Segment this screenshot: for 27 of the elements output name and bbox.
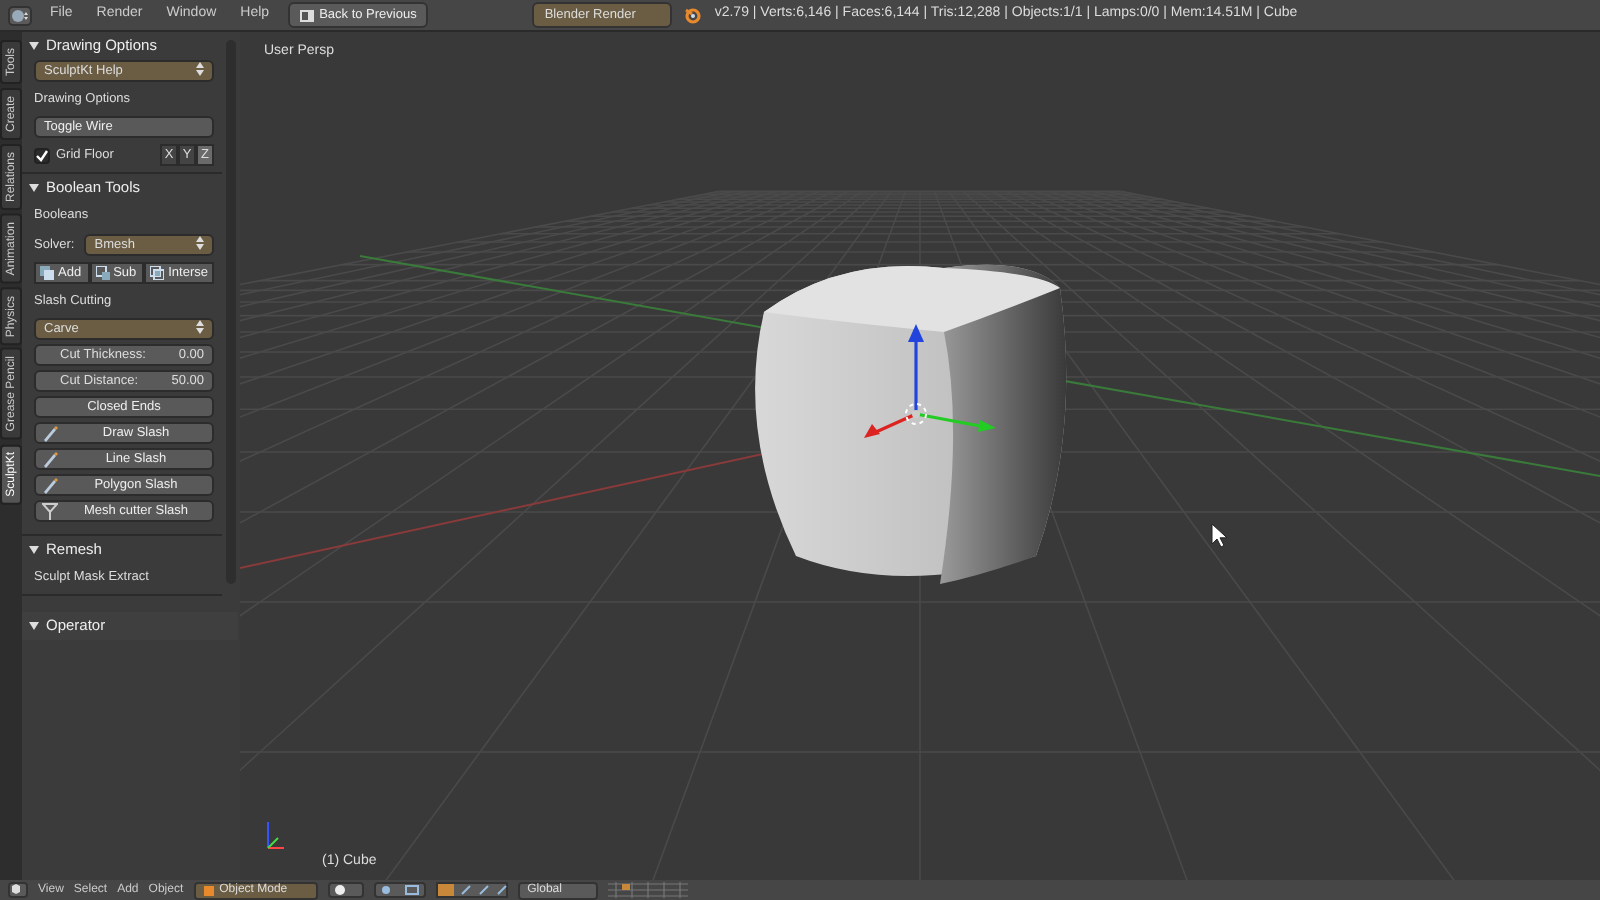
- pen-icon: [42, 450, 58, 468]
- transform-manipulator-drawing[interactable]: [864, 324, 996, 438]
- manipulator-toggles-icon[interactable]: [435, 882, 508, 898]
- boolean-icon: [95, 266, 110, 280]
- expanded-arrow-icon: [28, 40, 40, 52]
- window-icon: [299, 9, 314, 21]
- layer-grid-icon[interactable]: [607, 882, 688, 898]
- stepper-arrows-icon: [196, 236, 204, 250]
- pivot-dropdown-icon[interactable]: [373, 882, 426, 898]
- checkbox[interactable]: [34, 147, 50, 163]
- shading-dropdown-icon[interactable]: [327, 882, 364, 898]
- expanded-arrow-icon: [28, 182, 40, 194]
- check-icon: [36, 149, 48, 161]
- editor-type-icon[interactable]: [8, 5, 32, 25]
- mouse-cursor-icon: [1211, 523, 1228, 548]
- boolean-icon: [150, 266, 165, 280]
- axis-gizmo-drawing: [267, 821, 285, 849]
- editor-type-icon[interactable]: [8, 882, 28, 898]
- stepper-arrows-icon: [196, 62, 204, 76]
- pen-icon: [42, 424, 58, 442]
- cube-drawing[interactable]: [755, 264, 1067, 584]
- expanded-arrow-icon: [28, 544, 40, 556]
- pen-icon: [42, 476, 58, 494]
- funnel-icon: [42, 502, 58, 520]
- stepper-arrows-icon: [196, 320, 204, 334]
- boolean-icon: [40, 266, 54, 280]
- expanded-arrow-icon: [28, 620, 40, 632]
